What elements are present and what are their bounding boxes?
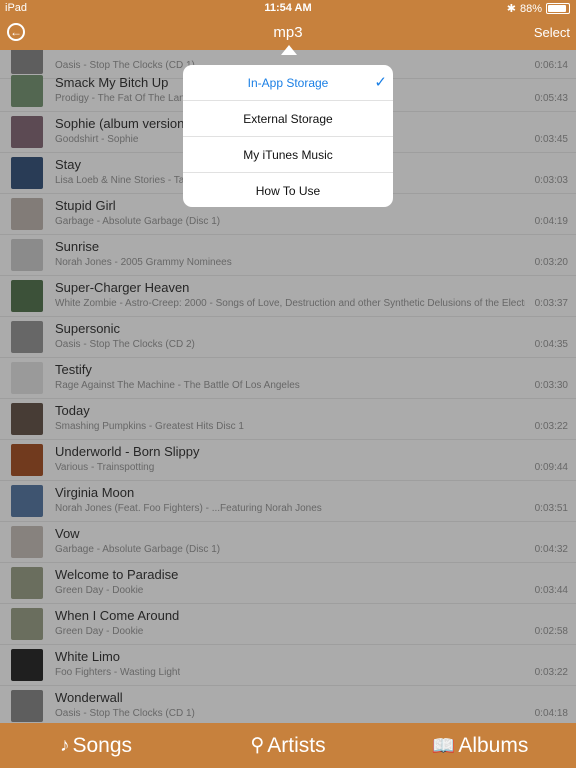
storage-popover: In-App Storage ✓ External Storage My iTunes… [183, 65, 393, 207]
popover-item-label: How To Use [255, 183, 321, 198]
status-right: ✱ 88% [507, 2, 570, 15]
tab-songs[interactable]: ♪ Songs [0, 723, 192, 768]
popover-item[interactable]: My iTunes Music [183, 137, 393, 173]
tab-bar: ♪ Songs ⚲ Artists 📖 Albums [0, 723, 576, 768]
book-icon: 📖 [431, 735, 456, 757]
battery-icon [546, 3, 570, 14]
popover-item[interactable]: External Storage [183, 101, 393, 137]
status-time: 11:54 AM [264, 2, 312, 14]
artists-icon: ⚲ [250, 735, 265, 756]
bluetooth-icon: ✱ [506, 3, 516, 15]
popover-item-label: My iTunes Music [243, 147, 333, 162]
battery-percent: 88% [519, 2, 542, 15]
checkmark-icon: ✓ [374, 74, 387, 91]
tab-albums[interactable]: 📖 Albums [384, 723, 576, 768]
popover-arrow [281, 45, 297, 55]
page-title: mp3 [273, 24, 303, 41]
popover-item[interactable]: How To Use [183, 173, 393, 207]
status-bar: iPad 11:54 AM ✱ 88% [0, 0, 576, 17]
music-note-icon: ♪ [59, 734, 70, 756]
popover-item-label: In-App Storage [247, 75, 329, 90]
popover-item[interactable]: In-App Storage ✓ [183, 65, 393, 101]
tab-artists[interactable]: ⚲ Artists [192, 723, 384, 768]
popover-item-label: External Storage [243, 111, 333, 126]
tab-label: Artists [267, 733, 326, 757]
select-button[interactable]: Select [534, 25, 570, 40]
tab-label: Songs [72, 733, 133, 757]
tab-label: Albums [458, 733, 529, 757]
